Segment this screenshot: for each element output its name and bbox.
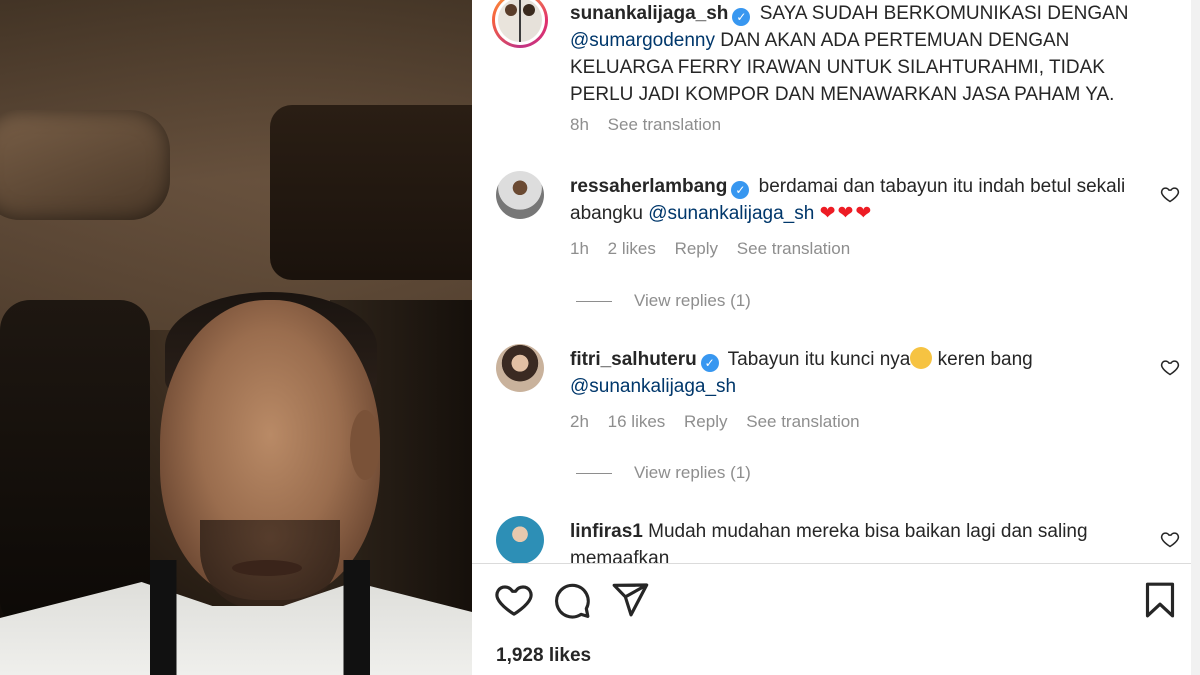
post-likes-count[interactable]: 1,928 likes xyxy=(496,645,591,667)
media-sunroof xyxy=(270,105,472,280)
comment-avatar[interactable] xyxy=(496,344,544,392)
comments-panel: sunankalijaga_sh ✓ SAYA SUDAH BERKOMUNIKA… xyxy=(472,0,1200,675)
avatar-image xyxy=(498,0,542,42)
comment-see-translation[interactable]: See translation xyxy=(746,412,859,431)
post-actions-bar xyxy=(472,580,1200,624)
comment-text: linfiras1 Mudah mudahan mereka bisa baik… xyxy=(570,518,1150,563)
send-icon[interactable] xyxy=(610,580,650,620)
comment-body: Mudah mudahan mereka bisa baikan lagi da… xyxy=(570,521,1088,563)
comment-like-heart-icon[interactable] xyxy=(1160,184,1180,204)
caption-mention[interactable]: @sumargodenny xyxy=(570,30,715,51)
caption-avatar[interactable] xyxy=(492,0,548,48)
caption-meta: 8h See translation xyxy=(570,115,735,135)
bookmark-icon[interactable] xyxy=(1140,580,1180,620)
emoji-icon xyxy=(910,347,933,369)
view-replies-label[interactable]: View replies (1) xyxy=(634,463,751,483)
comment-icon[interactable] xyxy=(552,580,592,620)
page-scrollbar[interactable] xyxy=(1191,0,1200,675)
comment-time: 2h xyxy=(570,412,589,431)
comment-username[interactable]: fitri_salhuteru xyxy=(570,349,697,370)
view-replies[interactable]: View replies (1) xyxy=(576,463,751,483)
verified-badge-icon: ✓ xyxy=(732,8,751,26)
media-person-ear xyxy=(350,410,380,480)
view-replies[interactable]: View replies (1) xyxy=(576,291,751,311)
comment-see-translation[interactable]: See translation xyxy=(737,239,850,258)
comment-likes[interactable]: 16 likes xyxy=(608,412,666,431)
verified-badge-icon: ✓ xyxy=(731,181,750,199)
comment-reply-button[interactable]: Reply xyxy=(675,239,718,258)
comment-like-heart-icon[interactable] xyxy=(1160,357,1180,377)
view-replies-label[interactable]: View replies (1) xyxy=(634,291,751,311)
media-seat xyxy=(0,300,150,630)
comment-meta: 1h 2 likes Reply See translation xyxy=(570,239,864,259)
comments-scroll-area[interactable]: sunankalijaga_sh ✓ SAYA SUDAH BERKOMUNIKA… xyxy=(472,0,1200,563)
hearts-emoji: ❤❤❤ xyxy=(819,203,874,224)
comment-mention[interactable]: @sunankalijaga_sh xyxy=(648,203,814,224)
comment-text: ressaherlambang ✓ berdamai dan tabayun it… xyxy=(570,173,1150,227)
verified-badge-icon: ✓ xyxy=(700,354,719,372)
replies-line xyxy=(576,472,612,474)
replies-line xyxy=(576,300,612,302)
comment-avatar[interactable] xyxy=(496,171,544,219)
comment-avatar[interactable] xyxy=(496,516,544,563)
comment-text: fitri_salhuteru ✓ Tabayun itu kunci nya k… xyxy=(570,346,1150,400)
comment-likes[interactable]: 2 likes xyxy=(608,239,656,258)
comment-mention[interactable]: @sunankalijaga_sh xyxy=(570,376,736,397)
comment-username[interactable]: linfiras1 xyxy=(570,521,643,542)
caption-see-translation[interactable]: See translation xyxy=(608,115,721,134)
comment-like-heart-icon[interactable] xyxy=(1160,529,1180,549)
caption-time: 8h xyxy=(570,115,589,134)
heart-icon[interactable] xyxy=(494,580,534,620)
caption-username[interactable]: sunankalijaga_sh xyxy=(570,3,728,24)
media-sun-visor xyxy=(0,110,170,220)
comment-meta: 2h 16 likes Reply See translation xyxy=(570,412,874,432)
comment-body-after: keren bang xyxy=(932,349,1033,370)
actions-divider xyxy=(472,563,1200,564)
media-person-collar xyxy=(150,560,370,675)
caption-text: sunankalijaga_sh ✓ SAYA SUDAH BERKOMUNIKA… xyxy=(570,0,1150,108)
comment-time: 1h xyxy=(570,239,589,258)
comment-username[interactable]: ressaherlambang xyxy=(570,176,727,197)
post-media[interactable] xyxy=(0,0,472,675)
comment-reply-button[interactable]: Reply xyxy=(684,412,727,431)
caption-text-before: SAYA SUDAH BERKOMUNIKASI DENGAN xyxy=(759,3,1129,24)
comment-body: Tabayun itu kunci nya xyxy=(727,349,911,370)
